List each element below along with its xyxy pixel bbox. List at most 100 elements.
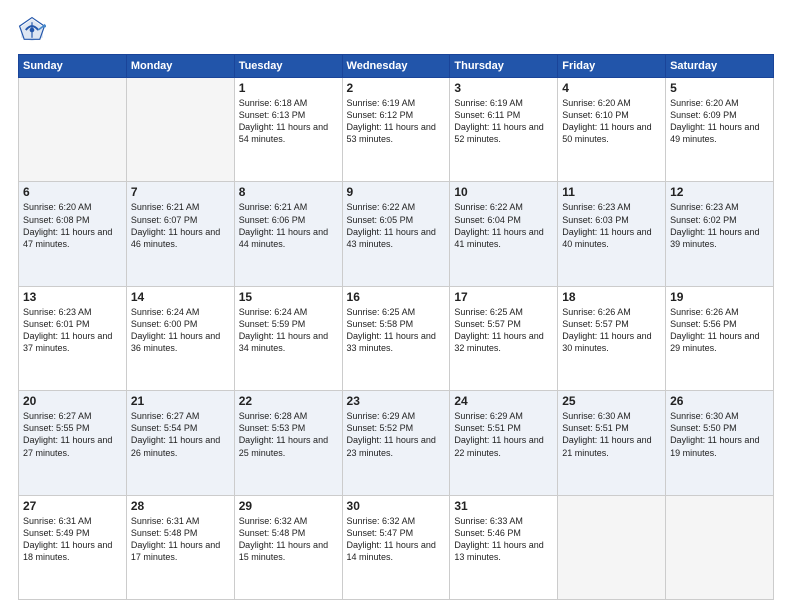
calendar-cell: 30 Sunrise: 6:32 AM Sunset: 5:47 PM Dayli… [342, 495, 450, 599]
day-number: 28 [131, 499, 230, 513]
calendar-week-1: 1 Sunrise: 6:18 AM Sunset: 6:13 PM Daylig… [19, 78, 774, 182]
calendar-header-tuesday: Tuesday [234, 55, 342, 78]
cell-info: Sunrise: 6:31 AM Sunset: 5:48 PM Dayligh… [131, 515, 230, 564]
calendar-header-wednesday: Wednesday [342, 55, 450, 78]
cell-info: Sunrise: 6:28 AM Sunset: 5:53 PM Dayligh… [239, 410, 338, 459]
cell-info: Sunrise: 6:20 AM Sunset: 6:09 PM Dayligh… [670, 97, 769, 146]
cell-info: Sunrise: 6:27 AM Sunset: 5:55 PM Dayligh… [23, 410, 122, 459]
cell-info: Sunrise: 6:32 AM Sunset: 5:47 PM Dayligh… [347, 515, 446, 564]
calendar-header-thursday: Thursday [450, 55, 558, 78]
calendar-cell: 29Sunrise: 6:32 AM Sunset: 5:48 PM Dayli… [234, 495, 342, 599]
day-number: 1 [239, 81, 338, 95]
cell-info: Sunrise: 6:29 AM Sunset: 5:52 PM Dayligh… [347, 410, 446, 459]
day-number: 19 [670, 290, 769, 304]
calendar-cell: 16Sunrise: 6:25 AM Sunset: 5:58 PM Dayli… [342, 286, 450, 390]
calendar-cell: 3 Sunrise: 6:19 AM Sunset: 6:11 PM Daylig… [450, 78, 558, 182]
day-number: 23 [347, 394, 446, 408]
day-number: 22 [239, 394, 338, 408]
day-number: 8 [239, 185, 338, 199]
header [18, 16, 774, 44]
calendar-cell: 12 Sunrise: 6:23 AM Sunset: 6:02 PM Dayli… [666, 182, 774, 286]
cell-info: Sunrise: 6:20 AM Sunset: 6:08 PM Dayligh… [23, 201, 122, 250]
day-number: 9 [347, 185, 446, 199]
calendar-cell [558, 495, 666, 599]
calendar-header-friday: Friday [558, 55, 666, 78]
day-number: 29 [239, 499, 338, 513]
calendar-cell: 18Sunrise: 6:26 AM Sunset: 5:57 PM Dayli… [558, 286, 666, 390]
calendar-cell [666, 495, 774, 599]
day-number: 27 [23, 499, 122, 513]
day-number: 13 [23, 290, 122, 304]
logo-icon [18, 16, 46, 44]
cell-info: Sunrise: 6:25 AM Sunset: 5:57 PM Dayligh… [454, 306, 553, 355]
cell-info: Sunrise: 6:19 AM Sunset: 6:11 PM Dayligh… [454, 97, 553, 146]
calendar-header-sunday: Sunday [19, 55, 127, 78]
cell-info: Sunrise: 6:22 AM Sunset: 6:04 PM Dayligh… [454, 201, 553, 250]
calendar-week-4: 20 Sunrise: 6:27 AM Sunset: 5:55 PM Dayli… [19, 391, 774, 495]
cell-info: Sunrise: 6:30 AM Sunset: 5:50 PM Dayligh… [670, 410, 769, 459]
cell-info: Sunrise: 6:18 AM Sunset: 6:13 PM Dayligh… [239, 97, 338, 146]
cell-info: Sunrise: 6:24 AM Sunset: 6:00 PM Dayligh… [131, 306, 230, 355]
cell-info: Sunrise: 6:23 AM Sunset: 6:01 PM Dayligh… [23, 306, 122, 355]
day-number: 3 [454, 81, 553, 95]
calendar-cell: 21 Sunrise: 6:27 AM Sunset: 5:54 PM Dayli… [126, 391, 234, 495]
cell-info: Sunrise: 6:29 AM Sunset: 5:51 PM Dayligh… [454, 410, 553, 459]
cell-info: Sunrise: 6:23 AM Sunset: 6:02 PM Dayligh… [670, 201, 769, 250]
day-number: 20 [23, 394, 122, 408]
calendar-cell: 28 Sunrise: 6:31 AM Sunset: 5:48 PM Dayli… [126, 495, 234, 599]
cell-info: Sunrise: 6:26 AM Sunset: 5:57 PM Dayligh… [562, 306, 661, 355]
day-number: 12 [670, 185, 769, 199]
day-number: 31 [454, 499, 553, 513]
calendar-cell: 14 Sunrise: 6:24 AM Sunset: 6:00 PM Dayli… [126, 286, 234, 390]
calendar-cell: 2Sunrise: 6:19 AM Sunset: 6:12 PM Daylig… [342, 78, 450, 182]
cell-info: Sunrise: 6:27 AM Sunset: 5:54 PM Dayligh… [131, 410, 230, 459]
cell-info: Sunrise: 6:20 AM Sunset: 6:10 PM Dayligh… [562, 97, 661, 146]
calendar-cell [126, 78, 234, 182]
calendar-header-row: SundayMondayTuesdayWednesdayThursdayFrid… [19, 55, 774, 78]
day-number: 6 [23, 185, 122, 199]
calendar-header-monday: Monday [126, 55, 234, 78]
day-number: 24 [454, 394, 553, 408]
calendar-cell: 22 Sunrise: 6:28 AM Sunset: 5:53 PM Dayli… [234, 391, 342, 495]
cell-info: Sunrise: 6:21 AM Sunset: 6:06 PM Dayligh… [239, 201, 338, 250]
day-number: 5 [670, 81, 769, 95]
calendar-cell: 15 Sunrise: 6:24 AM Sunset: 5:59 PM Dayli… [234, 286, 342, 390]
cell-info: Sunrise: 6:23 AM Sunset: 6:03 PM Dayligh… [562, 201, 661, 250]
calendar-header-saturday: Saturday [666, 55, 774, 78]
day-number: 4 [562, 81, 661, 95]
day-number: 17 [454, 290, 553, 304]
cell-info: Sunrise: 6:24 AM Sunset: 5:59 PM Dayligh… [239, 306, 338, 355]
cell-info: Sunrise: 6:22 AM Sunset: 6:05 PM Dayligh… [347, 201, 446, 250]
day-number: 25 [562, 394, 661, 408]
calendar-cell: 26 Sunrise: 6:30 AM Sunset: 5:50 PM Dayli… [666, 391, 774, 495]
day-number: 7 [131, 185, 230, 199]
calendar-cell: 4 Sunrise: 6:20 AM Sunset: 6:10 PM Daylig… [558, 78, 666, 182]
calendar-cell [19, 78, 127, 182]
cell-info: Sunrise: 6:33 AM Sunset: 5:46 PM Dayligh… [454, 515, 553, 564]
day-number: 10 [454, 185, 553, 199]
day-number: 30 [347, 499, 446, 513]
cell-info: Sunrise: 6:19 AM Sunset: 6:12 PM Dayligh… [347, 97, 446, 146]
cell-info: Sunrise: 6:26 AM Sunset: 5:56 PM Dayligh… [670, 306, 769, 355]
calendar-cell: 20 Sunrise: 6:27 AM Sunset: 5:55 PM Dayli… [19, 391, 127, 495]
calendar-cell: 31 Sunrise: 6:33 AM Sunset: 5:46 PM Dayli… [450, 495, 558, 599]
page: SundayMondayTuesdayWednesdayThursdayFrid… [0, 0, 792, 612]
calendar-cell: 9 Sunrise: 6:22 AM Sunset: 6:05 PM Daylig… [342, 182, 450, 286]
calendar-week-5: 27Sunrise: 6:31 AM Sunset: 5:49 PM Dayli… [19, 495, 774, 599]
day-number: 26 [670, 394, 769, 408]
day-number: 14 [131, 290, 230, 304]
calendar-cell: 5 Sunrise: 6:20 AM Sunset: 6:09 PM Daylig… [666, 78, 774, 182]
cell-info: Sunrise: 6:25 AM Sunset: 5:58 PM Dayligh… [347, 306, 446, 355]
cell-info: Sunrise: 6:30 AM Sunset: 5:51 PM Dayligh… [562, 410, 661, 459]
calendar-cell: 27Sunrise: 6:31 AM Sunset: 5:49 PM Dayli… [19, 495, 127, 599]
calendar-cell: 19 Sunrise: 6:26 AM Sunset: 5:56 PM Dayli… [666, 286, 774, 390]
calendar-table: SundayMondayTuesdayWednesdayThursdayFrid… [18, 54, 774, 600]
calendar-week-2: 6 Sunrise: 6:20 AM Sunset: 6:08 PM Daylig… [19, 182, 774, 286]
calendar-cell: 25 Sunrise: 6:30 AM Sunset: 5:51 PM Dayli… [558, 391, 666, 495]
calendar-cell: 11Sunrise: 6:23 AM Sunset: 6:03 PM Dayli… [558, 182, 666, 286]
calendar-cell: 1 Sunrise: 6:18 AM Sunset: 6:13 PM Daylig… [234, 78, 342, 182]
cell-info: Sunrise: 6:21 AM Sunset: 6:07 PM Dayligh… [131, 201, 230, 250]
day-number: 15 [239, 290, 338, 304]
calendar-cell: 24 Sunrise: 6:29 AM Sunset: 5:51 PM Dayli… [450, 391, 558, 495]
day-number: 21 [131, 394, 230, 408]
